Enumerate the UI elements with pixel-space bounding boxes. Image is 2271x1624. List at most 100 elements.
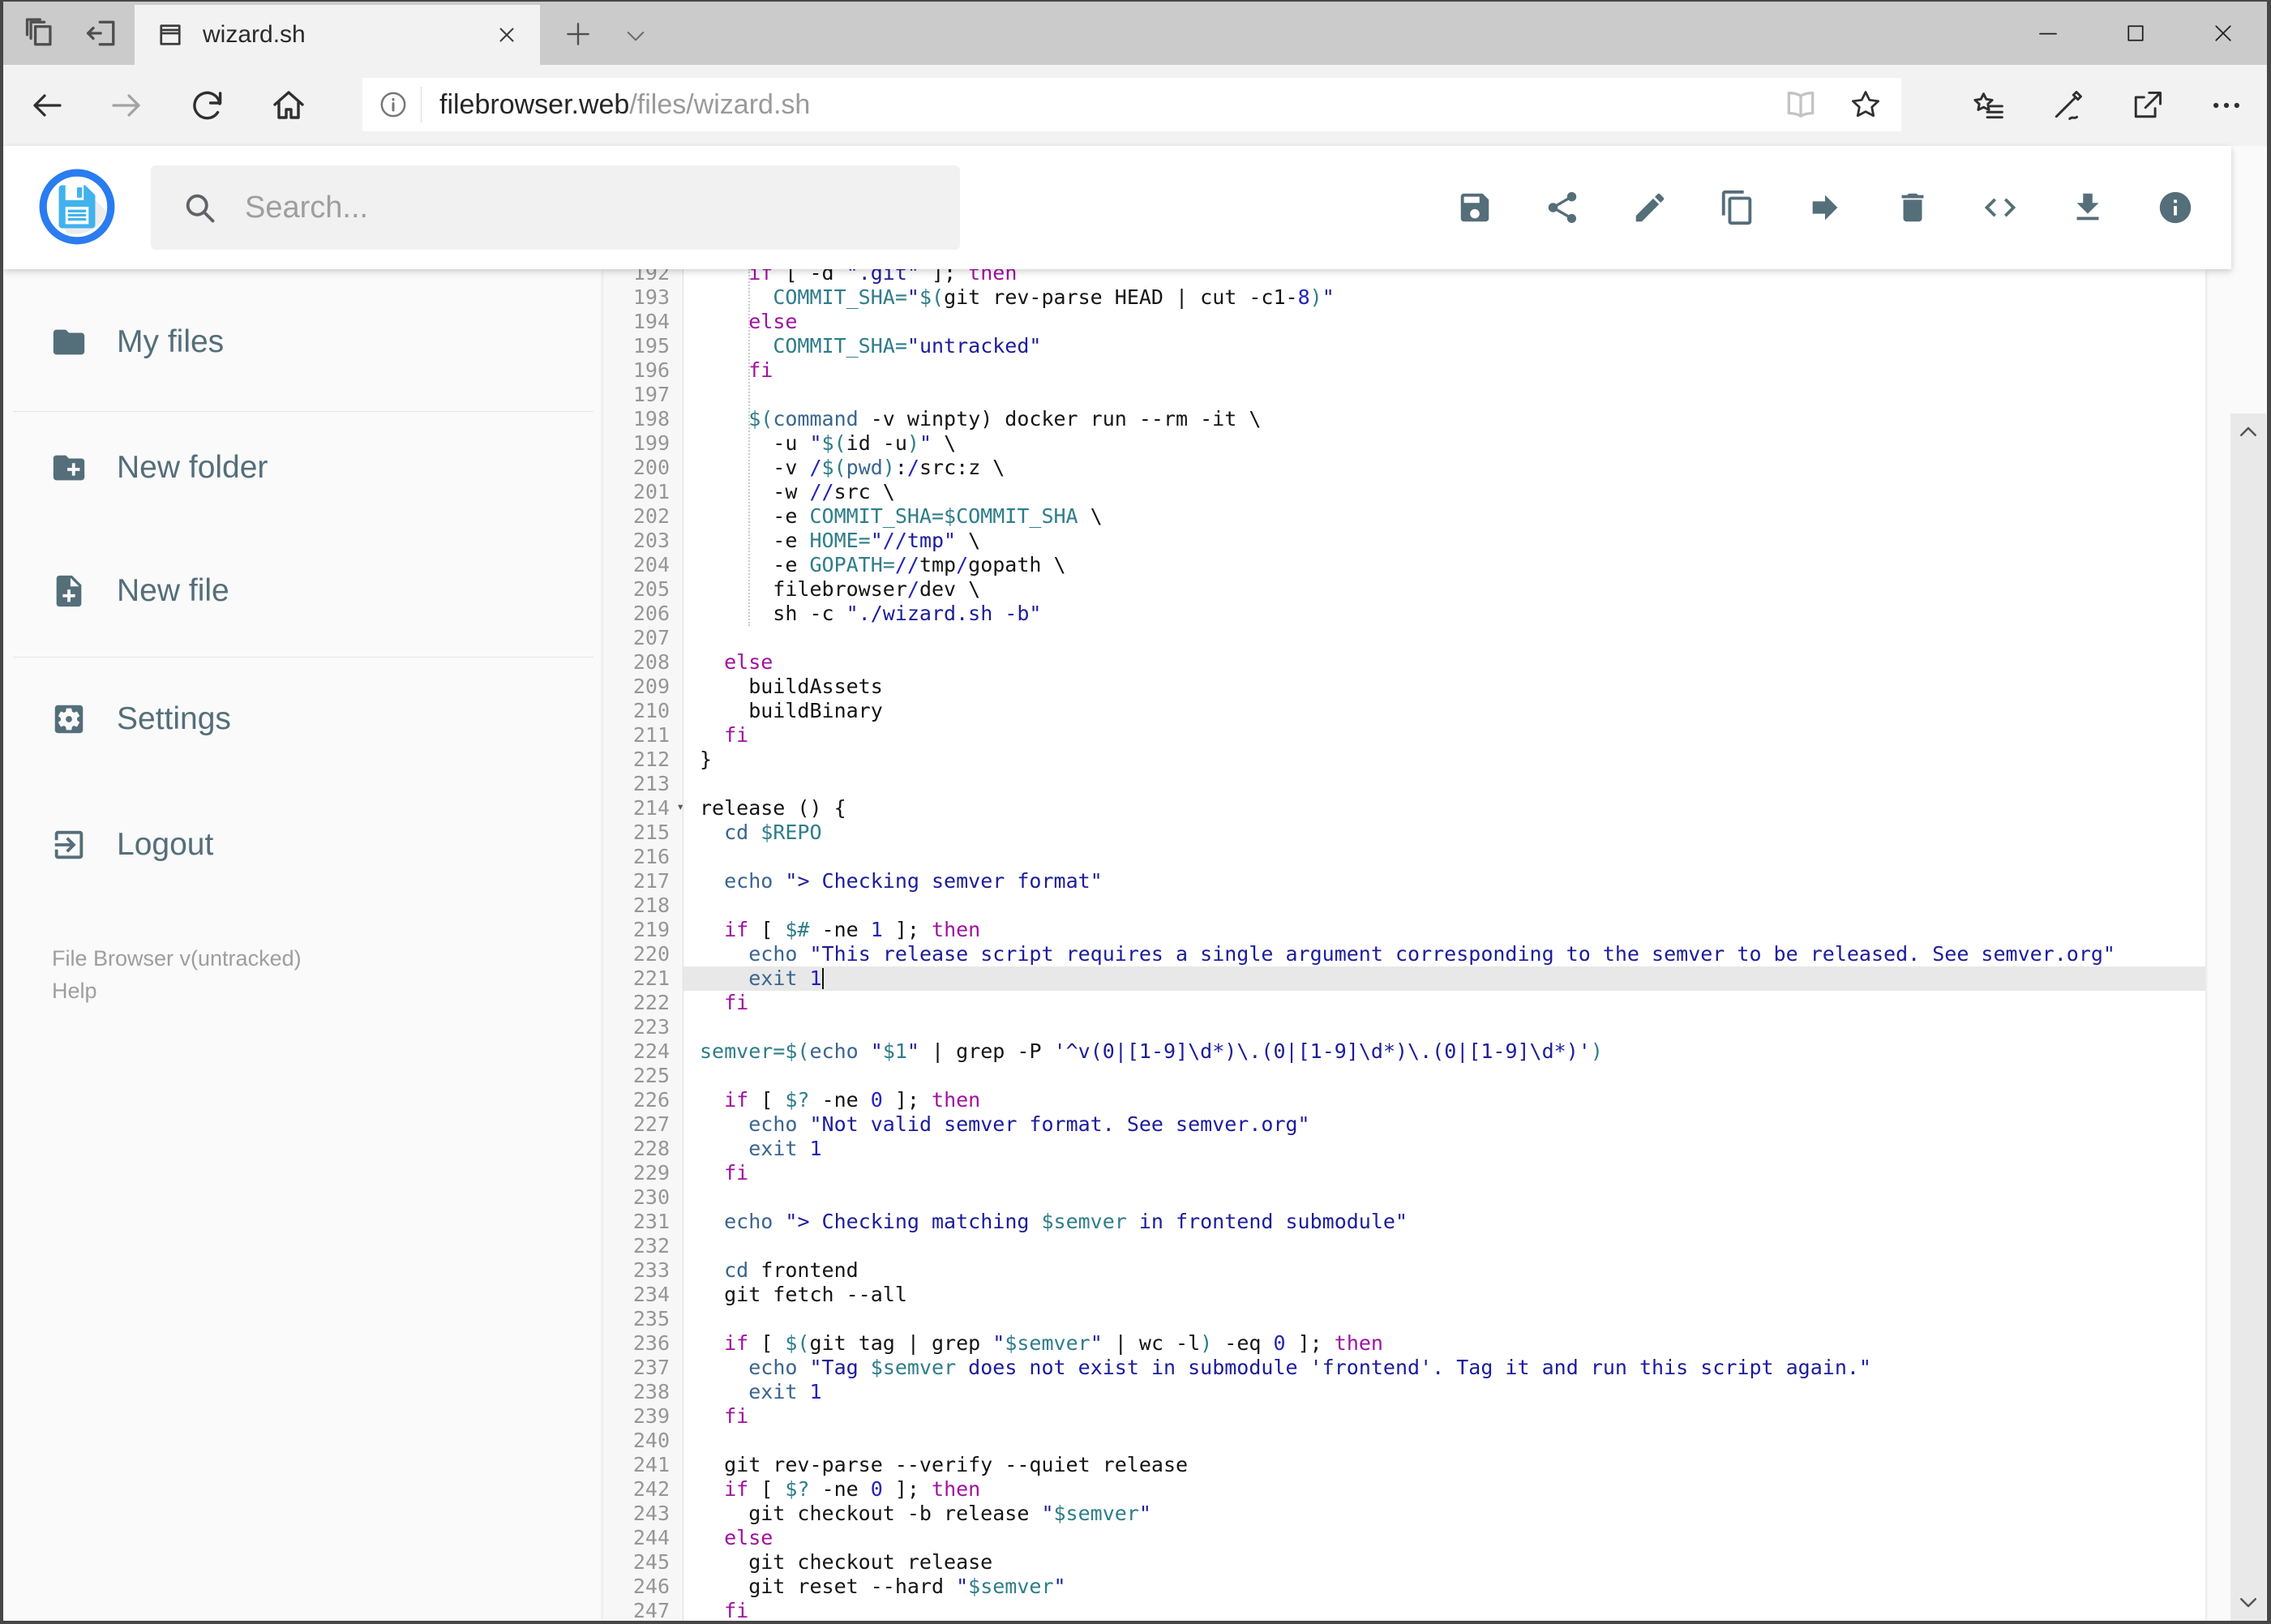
line-number: 245 [632, 1550, 670, 1574]
sidebar-item-logout[interactable]: Logout [3, 808, 603, 882]
code-view-button[interactable] [1982, 189, 2019, 226]
fold-arrow-icon[interactable]: ▾ [676, 800, 683, 813]
help-link[interactable]: Help [52, 975, 603, 1007]
line-number: 193 [632, 285, 670, 309]
code-line-193: COMMIT_SHA="$(git rev-parse HEAD | cut -… [773, 285, 1335, 309]
code-line-203: -e HOME="//tmp" \ [700, 529, 981, 552]
file-browser-floppy-logo[interactable] [37, 167, 117, 246]
download-button[interactable] [2069, 189, 2106, 226]
line-number: 243 [632, 1502, 670, 1525]
gutter-numbers: 192 193 194 195 196 197 198 199 200 201 202 203 204 2… [603, 269, 683, 1621]
refresh-icon[interactable] [188, 86, 227, 125]
code-line-205: filebrowser/dev \ [700, 577, 981, 601]
sidebar-item-label: My files [117, 324, 225, 359]
hub-favorites-icon[interactable] [1970, 88, 2006, 123]
code-line-208: else [724, 650, 773, 674]
line-number: 192 [632, 269, 670, 285]
sidebar-item-label: Logout [117, 827, 214, 862]
share-button[interactable] [1544, 189, 1581, 226]
line-number: 211 [632, 723, 670, 747]
forward-icon[interactable] [107, 86, 146, 125]
line-number: 212 [632, 748, 670, 771]
divider [421, 87, 422, 122]
info-button[interactable] [2157, 189, 2194, 226]
minimize-icon[interactable] [2004, 2, 2092, 65]
line-number: 235 [632, 1307, 670, 1330]
code-area[interactable]: if [ -d ".git" ]; then COMMIT_SHA="$(git… [683, 269, 2205, 1621]
search-bar[interactable] [151, 165, 960, 250]
divider [13, 411, 593, 412]
move-button[interactable] [1806, 189, 1844, 226]
sidebar-item-new-file[interactable]: New file [3, 554, 603, 628]
scroll-up-icon[interactable] [2236, 420, 2260, 444]
close-window-icon[interactable] [2179, 2, 2267, 65]
line-number: 224 [632, 1039, 670, 1063]
search-input[interactable] [243, 189, 960, 226]
save-button[interactable] [1456, 189, 1493, 226]
line-number: 206 [632, 602, 670, 625]
tab-wizard-sh[interactable]: wizard.sh [135, 5, 540, 65]
new-tab-icon[interactable] [563, 19, 593, 49]
line-number: 223 [632, 1015, 670, 1039]
share-page-icon[interactable] [2129, 88, 2165, 123]
more-options-icon[interactable] [2209, 88, 2244, 123]
line-number: 244 [632, 1526, 670, 1549]
editor-toolbar [1456, 146, 2194, 269]
code-line-239: fi [724, 1404, 749, 1428]
line-number: 236 [632, 1331, 670, 1355]
line-number: 225 [632, 1064, 670, 1087]
line-number: 247 [632, 1599, 670, 1621]
code-line-220: echo "This release script requires a sin… [748, 942, 2115, 966]
line-number: 229 [632, 1161, 670, 1185]
copy-button[interactable] [1719, 189, 1756, 226]
favorite-star-icon[interactable] [1848, 87, 1883, 122]
code-line-195: COMMIT_SHA="untracked" [773, 334, 1042, 358]
reading-view-icon[interactable] [1783, 87, 1819, 122]
code-line-233: cd frontend [724, 1258, 859, 1282]
code-line-231: echo "> Checking matching $semver in fro… [724, 1210, 1408, 1233]
editor-gutter[interactable]: 192 193 194 195 196 197 198 199 200 201 202 203 204 2… [603, 269, 683, 1621]
show-tabs-chevron-icon[interactable] [623, 23, 649, 49]
line-number: 219 [632, 918, 670, 941]
sidebar-item-settings[interactable]: Settings [3, 682, 603, 756]
sidebar-item-my-files[interactable]: My files [3, 305, 603, 379]
page-scrollbar[interactable] [2230, 413, 2266, 1621]
code-line-222: fi [724, 991, 749, 1014]
line-number: 213 [632, 772, 670, 795]
line-number: 208 [632, 650, 670, 674]
set-aside-tabs-icon[interactable] [23, 15, 58, 51]
code-line-219: if [ $# -ne 1 ]; then [724, 918, 981, 941]
sidebar-item-new-folder[interactable]: New folder [3, 431, 603, 505]
line-number: 241 [632, 1453, 670, 1476]
settings-icon [54, 705, 84, 734]
document-icon [156, 20, 185, 49]
line-number: 232 [632, 1234, 670, 1258]
code-line-245: git checkout release [700, 1550, 993, 1574]
code-line-210: buildBinary [700, 699, 883, 722]
maximize-icon[interactable] [2092, 2, 2179, 65]
code-editor: 192 193 194 195 196 197 198 199 200 201 202 203 204 2… [603, 269, 2205, 1621]
restore-tabs-icon[interactable] [84, 15, 120, 51]
tab-close-icon[interactable] [495, 23, 519, 47]
line-number: 194 [632, 310, 670, 333]
logout-icon [54, 830, 84, 859]
home-icon[interactable] [269, 86, 308, 125]
code-line-221: exit 1 [683, 966, 2205, 991]
address-bar[interactable]: filebrowser.web/files/wizard.sh [362, 78, 1901, 131]
code-line-206: sh -c "./wizard.sh -b" [700, 602, 1042, 625]
web-note-pen-icon[interactable] [2050, 88, 2085, 123]
sidebar-item-label: New file [117, 573, 229, 608]
code-line-243: git checkout -b release "$semver" [700, 1502, 1151, 1525]
line-number: 239 [632, 1404, 670, 1428]
site-info-icon[interactable] [377, 88, 409, 121]
code-line-247: fi [724, 1599, 749, 1621]
create-folder-icon [53, 455, 85, 481]
line-number: 199 [632, 431, 670, 455]
delete-button[interactable] [1894, 189, 1931, 226]
back-icon[interactable] [28, 86, 66, 125]
scroll-down-icon[interactable] [2236, 1590, 2260, 1614]
edit-button[interactable] [1631, 189, 1669, 226]
